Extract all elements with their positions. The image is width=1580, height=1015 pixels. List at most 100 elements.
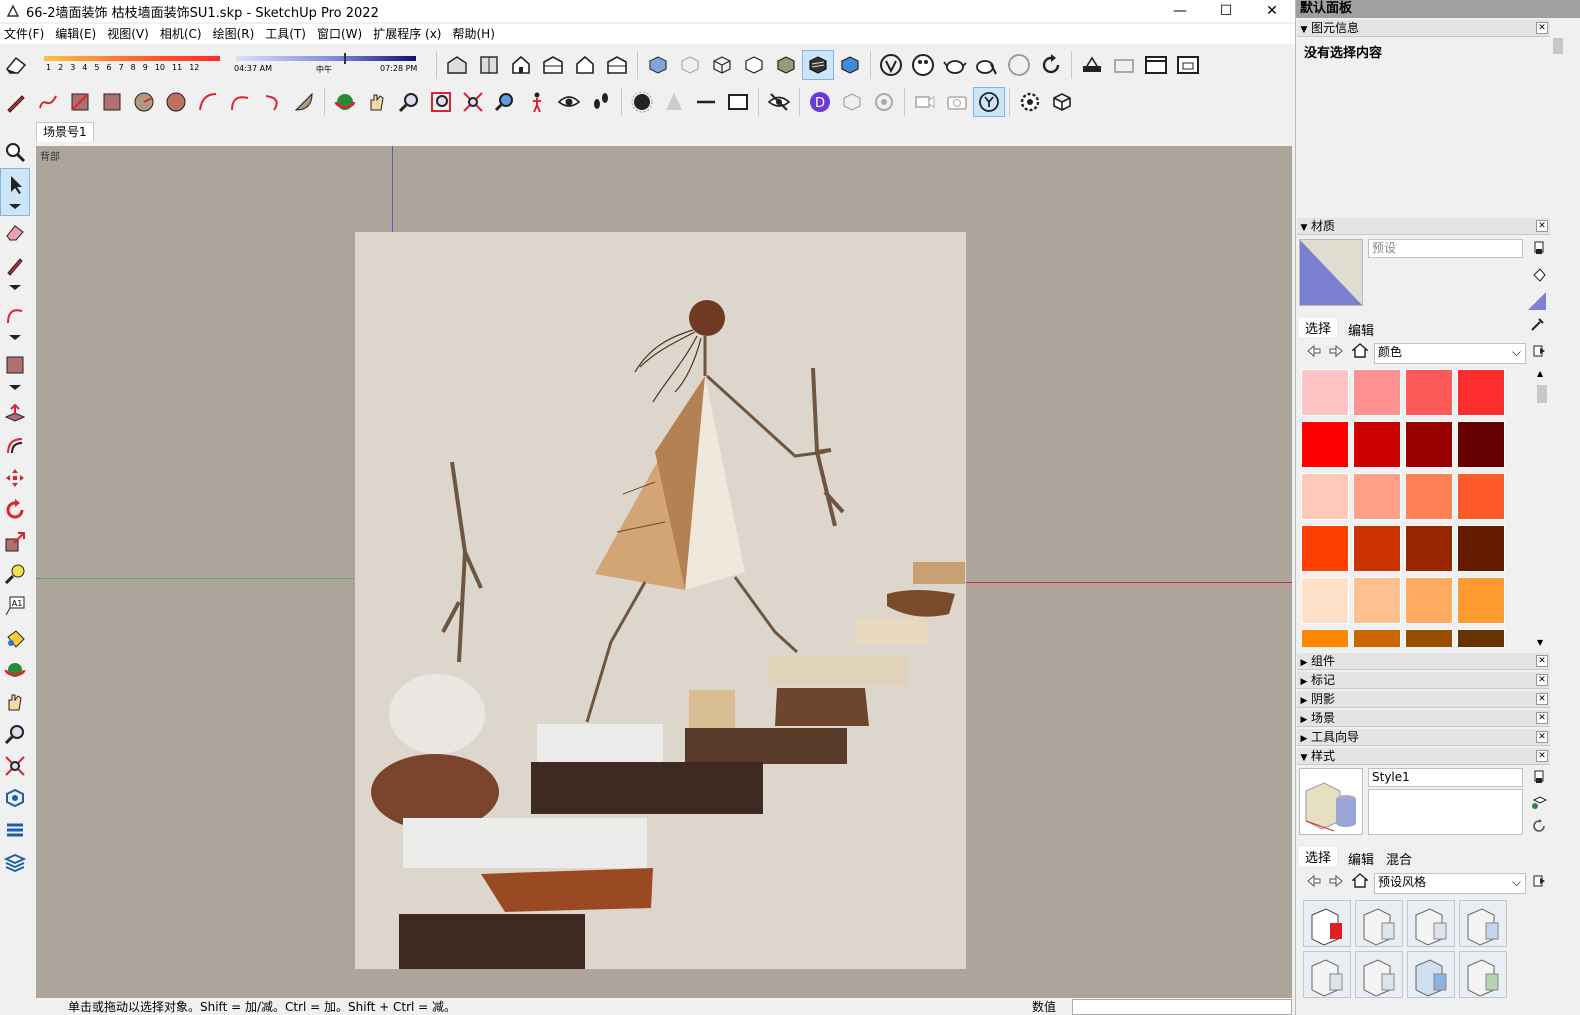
snapshot-button[interactable] [941, 87, 973, 117]
mesh-light-button[interactable] [868, 87, 900, 117]
layers-button[interactable] [0, 846, 30, 878]
material-swatch[interactable] [1301, 369, 1349, 416]
push-pull-button[interactable] [0, 398, 30, 430]
rect-light-button[interactable] [722, 87, 754, 117]
tab-styles-edit[interactable]: 编辑 [1348, 849, 1374, 868]
menu-view[interactable]: 视图(V) [103, 24, 156, 44]
tags-header[interactable]: ▶ 标记 ✕ [1297, 672, 1550, 689]
pencil-tool-button[interactable] [0, 248, 30, 298]
shaded-textures-button[interactable] [802, 50, 834, 80]
style-name-field[interactable]: Style1 [1368, 768, 1523, 787]
menu-extensions[interactable]: 扩展程序 (x) [369, 24, 448, 44]
front-view-button[interactable] [505, 50, 537, 80]
shape-dropdown-button[interactable] [0, 348, 30, 398]
style-collection-select[interactable]: 预设风格 ⌵ [1374, 873, 1526, 894]
tray-scrollbar[interactable] [1551, 18, 1565, 1015]
camera-record-button[interactable] [909, 87, 941, 117]
hide-light-button[interactable] [763, 87, 795, 117]
menu-camera[interactable]: 相机(C) [156, 24, 209, 44]
xray-button[interactable] [642, 50, 674, 80]
material-swatch[interactable] [1457, 577, 1505, 624]
arc-dropdown-button[interactable] [0, 298, 30, 348]
polygon-tool-button[interactable] [160, 87, 192, 117]
material-swatch[interactable] [1301, 525, 1349, 572]
scrollbar-thumb[interactable] [1537, 385, 1547, 403]
close-icon[interactable]: ✕ [1536, 674, 1548, 686]
style-back-arrow-icon[interactable] [1306, 874, 1322, 888]
tab-styles-select[interactable]: 选择 [1299, 847, 1338, 866]
style-thumbnail[interactable] [1303, 951, 1351, 998]
shadows-header[interactable]: ▶ 阴影 ✕ [1297, 691, 1550, 708]
render-button[interactable] [939, 50, 971, 80]
measurements-input[interactable] [1072, 999, 1292, 1015]
material-swatch[interactable] [1405, 369, 1453, 416]
close-button[interactable]: ✕ [1249, 0, 1295, 22]
instructor-header[interactable]: ▶ 工具向导 ✕ [1297, 729, 1550, 746]
material-swatch[interactable] [1405, 473, 1453, 520]
swatch-scrollbar[interactable]: ▲ ▼ [1535, 369, 1549, 647]
rotated-rectangle-button[interactable] [96, 87, 128, 117]
tray-scrollbar-thumb[interactable] [1553, 38, 1563, 54]
scroll-down-icon[interactable]: ▼ [1537, 638, 1543, 647]
refresh-style-icon[interactable] [1532, 819, 1546, 833]
close-icon[interactable]: ✕ [1536, 712, 1548, 724]
styles-header[interactable]: ▼ 样式 ✕ [1297, 748, 1550, 765]
material-swatch[interactable] [1301, 577, 1349, 624]
two-point-arc-button[interactable] [224, 87, 256, 117]
minimize-button[interactable]: — [1157, 0, 1203, 22]
material-swatch[interactable] [1405, 629, 1453, 647]
scroll-up-icon[interactable]: ▲ [1537, 369, 1543, 378]
close-icon[interactable]: ✕ [1536, 22, 1548, 34]
back-edges-button[interactable] [674, 50, 706, 80]
material-swatch[interactable] [1301, 629, 1349, 647]
component-box-button[interactable] [1046, 87, 1078, 117]
warehouse-button[interactable] [0, 782, 30, 814]
rectangle-tool-button[interactable] [64, 87, 96, 117]
iso-view-button[interactable] [441, 50, 473, 80]
drawing-viewport[interactable]: 背部 [36, 146, 1292, 998]
tab-materials-edit[interactable]: 编辑 [1348, 320, 1374, 339]
zoom-extents-left-button[interactable] [0, 750, 30, 782]
material-swatch[interactable] [1353, 629, 1401, 647]
shaded-button[interactable] [770, 50, 802, 80]
orbit-left-button[interactable] [0, 654, 30, 686]
tab-scene-1[interactable]: 场景号1 [36, 122, 94, 142]
viewport-render-button[interactable] [1140, 50, 1172, 80]
orbit-button[interactable] [329, 87, 361, 117]
menu-edit[interactable]: 编辑(E) [51, 24, 103, 44]
menu-help[interactable]: 帮助(H) [448, 24, 501, 44]
material-editor-button[interactable] [907, 50, 939, 80]
text-tool-button[interactable]: A1 [0, 590, 30, 622]
rotate-tool-button[interactable] [0, 494, 30, 526]
menu-window[interactable]: 窗口(W) [313, 24, 369, 44]
close-icon[interactable]: ✕ [1536, 655, 1548, 667]
viewport-region-button[interactable] [1172, 50, 1204, 80]
wireframe-button[interactable] [706, 50, 738, 80]
scale-tool-button[interactable] [0, 526, 30, 558]
tab-materials-select[interactable]: 选择 [1299, 318, 1338, 337]
proxy-button[interactable] [836, 87, 868, 117]
material-swatch[interactable] [1301, 473, 1349, 520]
search-button[interactable] [0, 136, 30, 168]
sample-paint-icon[interactable] [1532, 267, 1546, 283]
walk-button[interactable] [585, 87, 617, 117]
style-thumbnail[interactable] [1459, 900, 1507, 947]
material-swatch[interactable] [1405, 525, 1453, 572]
pan-left-button[interactable] [0, 686, 30, 718]
zoom-window-button[interactable] [425, 87, 457, 117]
look-around-button[interactable] [553, 87, 585, 117]
scenes-header[interactable]: ▶ 场景 ✕ [1297, 710, 1550, 727]
sun-toggle-button[interactable] [626, 87, 658, 117]
left-view-button[interactable] [601, 50, 633, 80]
create-material-icon[interactable] [1532, 240, 1546, 256]
entity-info-header[interactable]: ▼ 图元信息 ✕ [1297, 20, 1550, 37]
menu-draw[interactable]: 绘图(R) [209, 24, 262, 44]
material-swatch[interactable] [1353, 421, 1401, 468]
material-swatch[interactable] [1301, 421, 1349, 468]
material-swatch[interactable] [1405, 577, 1453, 624]
top-view-button[interactable] [473, 50, 505, 80]
right-view-button[interactable] [537, 50, 569, 80]
interactive-render-button[interactable] [971, 50, 1003, 80]
style-thumbnail[interactable] [1355, 900, 1403, 947]
paint-bucket-button[interactable] [0, 622, 30, 654]
